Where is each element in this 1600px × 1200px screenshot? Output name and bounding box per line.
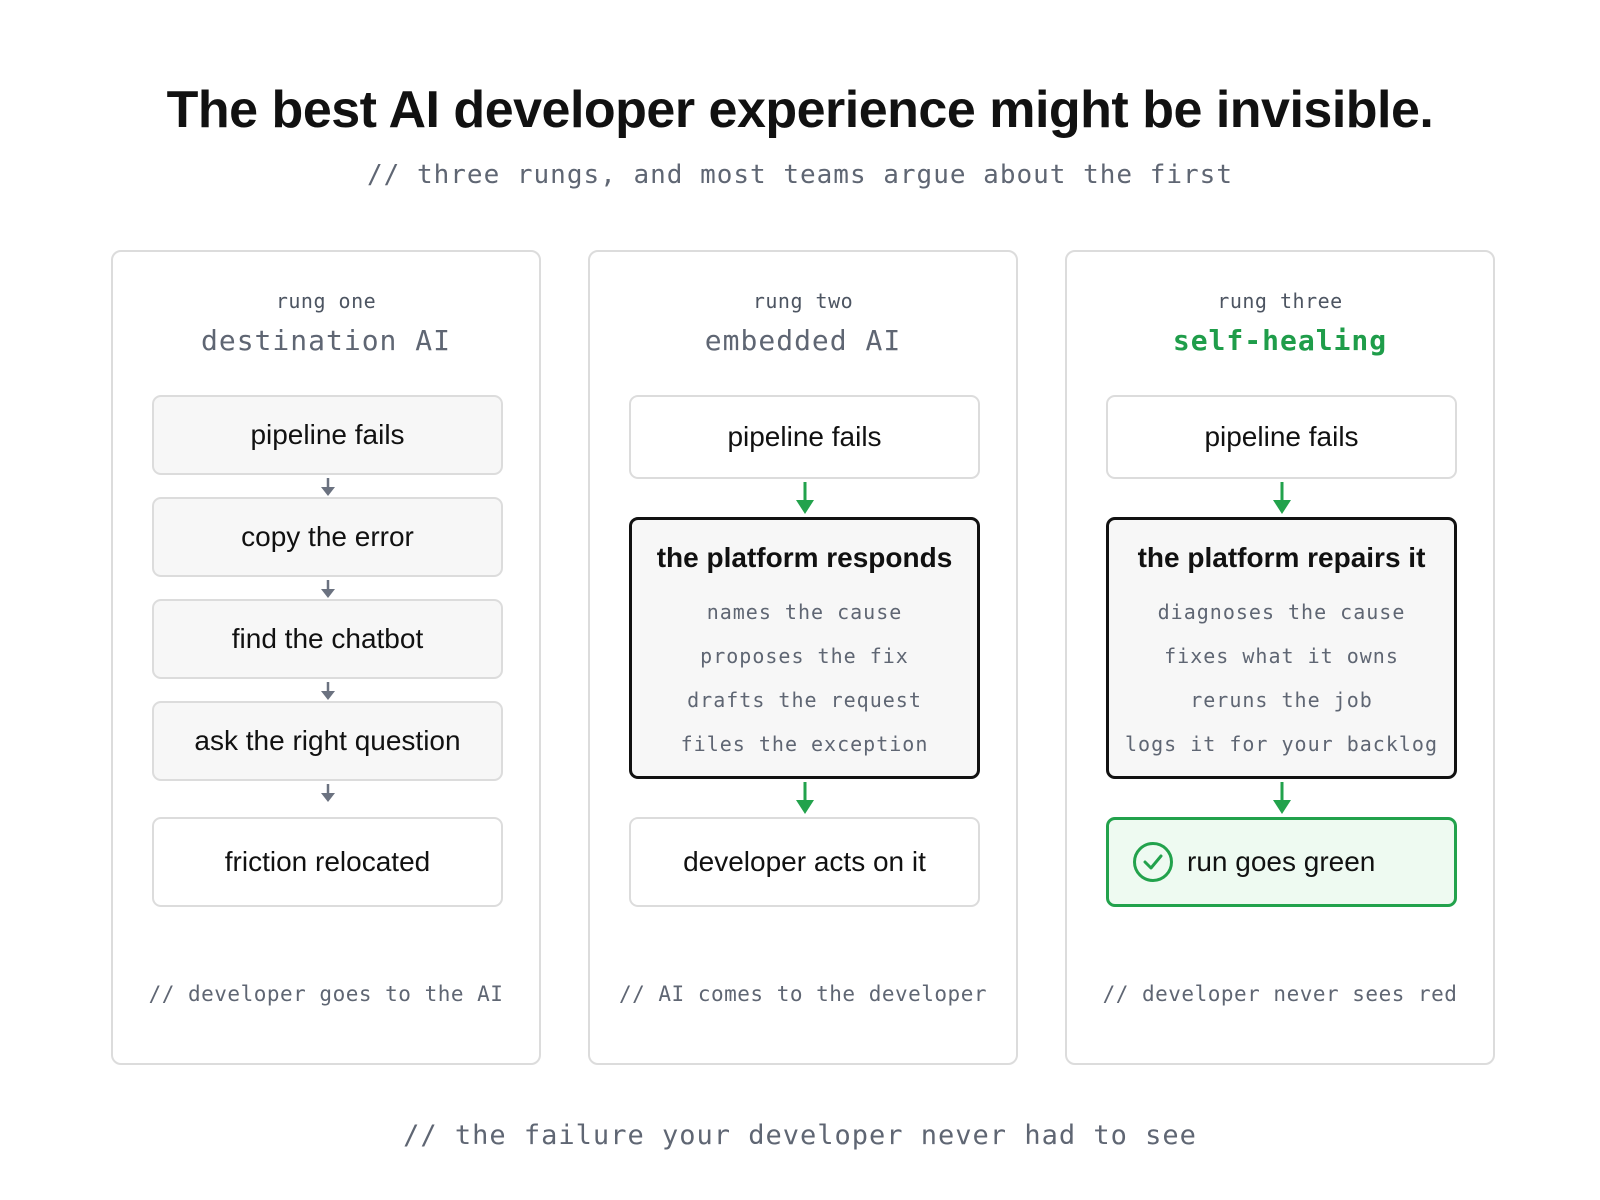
core-detail: fixes what it owns [1164,644,1399,668]
arrow-down-icon [321,682,335,700]
page-footer: // the failure your developer never had … [403,1120,1197,1151]
arrow-down-icon [321,478,335,496]
panel-rung-one: rung one destination AI pipeline fails c… [111,250,541,1065]
core-title: the platform repairs it [1137,542,1426,573]
check-circle-icon [1133,842,1173,882]
core-detail: proposes the fix [700,644,909,668]
arrow-down-icon [321,784,335,802]
platform-core-box: the platform repairs it diagnoses the ca… [1106,517,1457,779]
core-detail: logs it for your backlog [1125,732,1438,756]
step-label: find the chatbot [231,623,424,654]
panel-caption: // developer never sees red [1102,982,1458,1006]
platform-core-box: the platform responds names the cause pr… [629,517,980,779]
panel-rung-three: rung three self-healing pipeline fails t… [1065,250,1495,1065]
outcome-box: developer acts on it [629,817,980,907]
core-detail: diagnoses the cause [1157,600,1406,624]
step-label: ask the right question [194,725,461,756]
panel-caption: // developer goes to the AI [148,982,504,1006]
rung-label: rung two [752,289,854,313]
success-outcome-box: run goes green [1106,817,1457,907]
outcome-label: run goes green [1187,846,1376,877]
core-detail: files the exception [680,732,929,756]
rung-label: rung three [1217,289,1343,313]
core-detail: reruns the job [1190,688,1373,712]
step-label: copy the error [241,521,414,552]
panel-rung-two: rung two embedded AI pipeline fails the … [588,250,1018,1065]
rung-name: embedded AI [704,324,902,357]
page-title: The best AI developer experience might b… [166,81,1434,139]
arrow-down-icon [796,782,814,814]
arrow-down-icon [796,482,814,514]
step-label: pipeline fails [250,419,405,450]
arrow-down-icon [1273,482,1291,514]
rung-name: self-healing [1172,324,1388,357]
start-label: pipeline fails [1204,421,1359,452]
step-box: pipeline fails [152,395,503,475]
core-detail: names the cause [706,600,903,624]
rung-label: rung one [275,289,377,313]
start-box: pipeline fails [1106,395,1457,479]
outcome-box: friction relocated [152,817,503,907]
panel-caption: // AI comes to the developer [618,982,987,1006]
outcome-label: friction relocated [224,846,431,877]
page-subtitle: // three rungs, and most teams argue abo… [367,160,1233,190]
start-label: pipeline fails [727,421,882,452]
start-box: pipeline fails [629,395,980,479]
core-title: the platform responds [656,542,953,573]
step-box: ask the right question [152,701,503,781]
arrow-down-icon [321,580,335,598]
rung-name: destination AI [200,324,451,357]
step-box: copy the error [152,497,503,577]
core-detail: drafts the request [687,688,922,712]
outcome-label: developer acts on it [683,846,926,877]
step-box: find the chatbot [152,599,503,679]
arrow-down-icon [1273,782,1291,814]
